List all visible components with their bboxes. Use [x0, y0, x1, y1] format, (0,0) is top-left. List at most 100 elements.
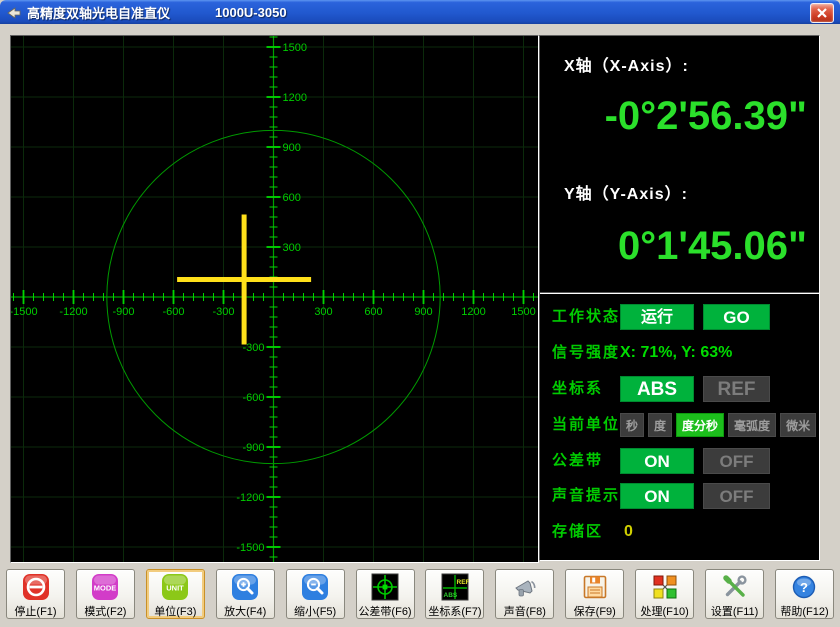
- x-axis-label: X轴（X-Axis）:: [564, 52, 689, 76]
- svg-text:900: 900: [414, 306, 432, 318]
- titlebar: 高精度双轴光电自准直仪 1000U-3050: [0, 0, 840, 24]
- toolbar-button-label: 设置(F11): [711, 603, 758, 619]
- window-title: 高精度双轴光电自准直仪: [27, 3, 170, 22]
- toolbar-button-label: 保存(F9): [574, 603, 616, 619]
- svg-text:-1500: -1500: [11, 306, 38, 318]
- toolbar-button-save[interactable]: 保存(F9): [565, 569, 624, 619]
- signal-strength-label: 信号强度: [552, 340, 620, 366]
- svg-text:?: ?: [800, 580, 808, 595]
- x-axis-value: -0°2'56.39": [547, 94, 807, 139]
- tolerance-label: 公差带: [552, 448, 603, 474]
- unit-option-2[interactable]: 度: [648, 413, 672, 437]
- graticule-svg: -1500-1500-1200-1200-900-900-600-600-300…: [11, 36, 538, 562]
- toolbar-button-process[interactable]: 处理(F10): [635, 569, 694, 619]
- toolbar-button-zoom-out[interactable]: 缩小(F5): [286, 569, 345, 619]
- toolbar-button-coordinate-system[interactable]: REF ABS 坐标系(F7): [425, 569, 484, 619]
- storage-row: 存储区 0: [540, 519, 819, 545]
- measurement-cursor: [177, 214, 311, 344]
- svg-text:-600: -600: [242, 392, 264, 404]
- svg-text:-1200: -1200: [59, 306, 87, 318]
- sound-row: 声音提示 ON OFF: [540, 483, 819, 509]
- ref-button[interactable]: REF: [703, 376, 770, 402]
- toolbar-button-zoom-in[interactable]: 放大(F4): [216, 569, 275, 619]
- y-axis-value: 0°1'45.06": [547, 224, 807, 269]
- go-button[interactable]: GO: [703, 304, 770, 330]
- toolbar-button-sound[interactable]: 声音(F8): [495, 569, 554, 619]
- y-axis-label: Y轴（Y-Axis）:: [564, 180, 688, 204]
- signal-strength-row: 信号强度 X: 71%, Y: 63%: [540, 340, 819, 366]
- sound-on-button[interactable]: ON: [620, 483, 694, 509]
- process-icon: [651, 573, 679, 601]
- storage-label: 存储区: [552, 519, 603, 545]
- coordinate-system-icon: REF ABS: [441, 573, 469, 601]
- sound-label: 声音提示: [552, 483, 620, 509]
- toolbar-button-mode[interactable]: MODE 模式(F2): [76, 569, 135, 619]
- svg-text:-1200: -1200: [236, 492, 264, 504]
- svg-text:-900: -900: [112, 306, 134, 318]
- signal-strength-value: X: 71%, Y: 63%: [620, 340, 732, 366]
- toolbar-button-label: 坐标系(F7): [428, 603, 481, 619]
- panel-divider: [540, 292, 819, 294]
- current-unit-row: 当前单位 秒度度分秒毫弧度微米: [540, 412, 819, 438]
- svg-text:UNIT: UNIT: [167, 584, 185, 593]
- settings-icon: [721, 573, 749, 601]
- measurement-plot: -1500-1500-1200-1200-900-900-600-600-300…: [10, 35, 539, 563]
- toolbar-button-label: 公差带(F6): [358, 603, 411, 619]
- svg-text:ABS: ABS: [443, 592, 457, 599]
- svg-text:1500: 1500: [283, 42, 307, 54]
- tolerance-off-button[interactable]: OFF: [703, 448, 770, 474]
- toolbar-button-label: 帮助(F12): [780, 603, 828, 619]
- coordinate-system-row: 坐标系 ABS REF: [540, 376, 819, 402]
- work-status-label: 工作状态: [552, 304, 620, 330]
- sound-icon: [511, 573, 539, 601]
- tolerance-on-button[interactable]: ON: [620, 448, 694, 474]
- svg-text:REF: REF: [456, 579, 469, 586]
- svg-text:MODE: MODE: [94, 584, 117, 593]
- save-icon: [581, 573, 609, 601]
- toolbar-button-label: 处理(F10): [641, 603, 689, 619]
- tolerance-row: 公差带 ON OFF: [540, 448, 819, 474]
- svg-text:1200: 1200: [461, 306, 485, 318]
- toolbar-button-settings[interactable]: 设置(F11): [705, 569, 764, 619]
- toolbar-button-label: 单位(F3): [154, 603, 196, 619]
- svg-text:600: 600: [283, 192, 301, 204]
- toolbar-button-label: 模式(F2): [84, 603, 126, 619]
- zoom-in-icon: [231, 573, 259, 601]
- abs-button[interactable]: ABS: [620, 376, 694, 402]
- tolerance-target-icon: [371, 573, 399, 601]
- current-unit-label: 当前单位: [552, 412, 620, 438]
- svg-text:1200: 1200: [283, 92, 307, 104]
- app-icon: [6, 4, 22, 20]
- toolbar-button-help[interactable]: ? 帮助(F12): [775, 569, 834, 619]
- toolbar-button-label: 缩小(F5): [294, 603, 336, 619]
- toolbar: 停止(F1) MODE 模式(F2) UNIT 单位(F3) 放大(F4) 缩小(F5) 公差…: [6, 569, 834, 621]
- svg-text:-1500: -1500: [236, 542, 264, 554]
- work-status-row: 工作状态 运行 GO: [540, 304, 819, 330]
- close-button[interactable]: [810, 3, 834, 23]
- toolbar-button-tolerance-target[interactable]: 公差带(F6): [356, 569, 415, 619]
- unit-option-3[interactable]: 度分秒: [676, 413, 724, 437]
- readout-panel: X轴（X-Axis）: -0°2'56.39" Y轴（Y-Axis）: 0°1'…: [539, 35, 820, 561]
- svg-text:1500: 1500: [511, 306, 535, 318]
- unit-option-4[interactable]: 毫弧度: [728, 413, 776, 437]
- close-icon: [816, 7, 828, 19]
- svg-text:900: 900: [283, 142, 301, 154]
- unit-icon: UNIT: [161, 573, 189, 601]
- help-icon: ?: [790, 573, 818, 601]
- toolbar-button-unit[interactable]: UNIT 单位(F3): [146, 569, 205, 619]
- window-model: 1000U-3050: [215, 5, 287, 20]
- toolbar-button-label: 声音(F8): [504, 603, 546, 619]
- svg-text:-600: -600: [162, 306, 184, 318]
- unit-option-1[interactable]: 秒: [620, 413, 644, 437]
- toolbar-button-label: 放大(F4): [224, 603, 266, 619]
- svg-text:300: 300: [283, 242, 301, 254]
- toolbar-button-stop[interactable]: 停止(F1): [6, 569, 65, 619]
- stop-icon: [22, 573, 50, 601]
- mode-icon: MODE: [91, 573, 119, 601]
- unit-option-5[interactable]: 微米: [780, 413, 816, 437]
- unit-options: 秒度度分秒毫弧度微米: [620, 413, 820, 437]
- storage-value: 0: [624, 519, 633, 545]
- sound-off-button[interactable]: OFF: [703, 483, 770, 509]
- run-button[interactable]: 运行: [620, 304, 694, 330]
- coordinate-system-label: 坐标系: [552, 376, 603, 402]
